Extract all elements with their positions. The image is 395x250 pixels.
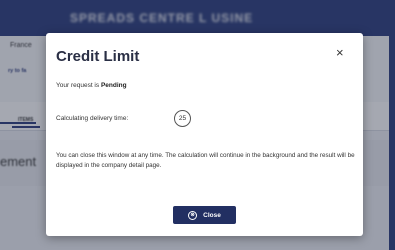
dialog-title: Credit Limit	[56, 48, 140, 65]
request-status: Your request is Pending	[56, 82, 127, 89]
close-button-label: Close	[203, 211, 221, 219]
countdown-timer: 25	[174, 110, 191, 127]
close-circle-icon: ⊗	[188, 210, 198, 220]
status-prefix: Your request is	[56, 82, 101, 89]
info-message: You can close this window at any time. T…	[56, 152, 355, 169]
calculation-label: Calculating delivery time:	[56, 115, 129, 122]
countdown-value: 25	[178, 115, 187, 122]
close-icon[interactable]: ×	[336, 46, 344, 59]
status-value: Pending	[100, 82, 127, 89]
close-button[interactable]: ⊗ Close	[173, 206, 236, 224]
credit-limit-dialog: Credit Limit × Your request is Pending C…	[46, 33, 363, 236]
